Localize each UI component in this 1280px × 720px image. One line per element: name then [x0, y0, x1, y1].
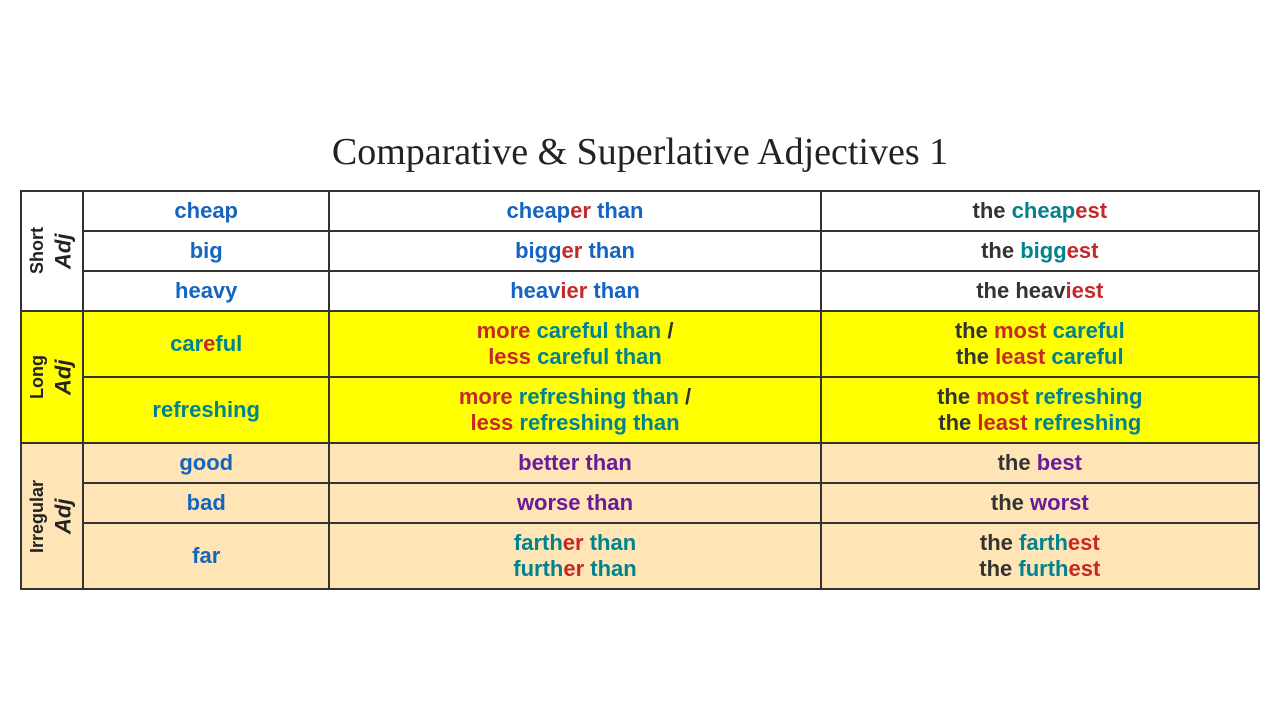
- section-label-long: LongAdj: [21, 311, 83, 443]
- table-row: refreshing more refreshing than / less r…: [21, 377, 1259, 443]
- superlative-form: the most careful the least careful: [821, 311, 1259, 377]
- table-row: heavy heavier than the heaviest: [21, 271, 1259, 311]
- page-title: Comparative & Superlative Adjectives 1: [332, 130, 948, 174]
- comparative-form: more refreshing than / less refreshing t…: [329, 377, 820, 443]
- table-row: big bigger than the biggest: [21, 231, 1259, 271]
- base-word: careful: [83, 311, 329, 377]
- table-row: bad worse than the worst: [21, 483, 1259, 523]
- superlative-form: the cheapest: [821, 191, 1259, 231]
- base-word: heavy: [83, 271, 329, 311]
- comparative-form: worse than: [329, 483, 820, 523]
- base-word: refreshing: [83, 377, 329, 443]
- comparative-form: bigger than: [329, 231, 820, 271]
- superlative-form: the heaviest: [821, 271, 1259, 311]
- superlative-form: the most refreshing the least refreshing: [821, 377, 1259, 443]
- table-row: far farther than further than the farthe…: [21, 523, 1259, 589]
- comparative-form: cheaper than: [329, 191, 820, 231]
- comparative-form: heavier than: [329, 271, 820, 311]
- adjectives-table: ShortAdj cheap cheaper than the cheapest…: [20, 190, 1260, 590]
- base-word: bad: [83, 483, 329, 523]
- comparative-form: better than: [329, 443, 820, 483]
- comparative-form: farther than further than: [329, 523, 820, 589]
- section-label-short: ShortAdj: [21, 191, 83, 311]
- comparative-form: more careful than / less careful than: [329, 311, 820, 377]
- table-row: ShortAdj cheap cheaper than the cheapest: [21, 191, 1259, 231]
- base-word: far: [83, 523, 329, 589]
- table-row: IrregularAdj good better than the best: [21, 443, 1259, 483]
- section-label-irregular: IrregularAdj: [21, 443, 83, 589]
- base-word: good: [83, 443, 329, 483]
- superlative-form: the worst: [821, 483, 1259, 523]
- base-word: cheap: [83, 191, 329, 231]
- table-row: LongAdj careful more careful than / less…: [21, 311, 1259, 377]
- base-word: big: [83, 231, 329, 271]
- superlative-form: the farthest the furthest: [821, 523, 1259, 589]
- superlative-form: the biggest: [821, 231, 1259, 271]
- superlative-form: the best: [821, 443, 1259, 483]
